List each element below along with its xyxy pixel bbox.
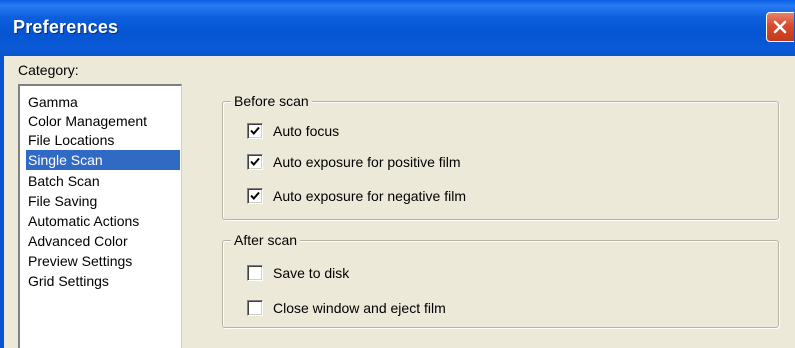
close-window-eject-option[interactable]: Close window and eject film — [247, 299, 567, 317]
auto-exposure-positive-label: Auto exposure for positive film — [273, 154, 461, 170]
category-item-automatic-actions[interactable]: Automatic Actions — [26, 211, 180, 231]
auto-focus-option[interactable]: Auto focus — [247, 122, 547, 140]
category-item-file-saving[interactable]: File Saving — [26, 191, 180, 211]
auto-exposure-positive-checkbox[interactable] — [247, 154, 263, 170]
auto-exposure-negative-checkbox[interactable] — [247, 188, 263, 204]
close-window-eject-checkbox[interactable] — [247, 300, 263, 316]
after-scan-legend: After scan — [231, 232, 301, 248]
window-frame-left — [0, 56, 4, 348]
checkmark-icon — [250, 126, 260, 135]
close-window-eject-label: Close window and eject film — [273, 300, 446, 316]
preferences-dialog: Preferences Category: Gamma Color Manage… — [0, 0, 795, 348]
auto-exposure-negative-option[interactable]: Auto exposure for negative film — [247, 187, 567, 205]
close-button[interactable] — [766, 12, 794, 42]
category-label: Category: — [18, 62, 79, 78]
checkmark-icon — [250, 157, 260, 166]
window-title: Preferences — [13, 17, 119, 37]
auto-focus-label: Auto focus — [273, 123, 340, 139]
checkmark-icon — [250, 191, 260, 200]
category-item-grid-settings[interactable]: Grid Settings — [26, 271, 180, 291]
save-to-disk-label: Save to disk — [273, 265, 350, 281]
before-scan-legend: Before scan — [231, 93, 312, 109]
auto-exposure-negative-label: Auto exposure for negative film — [273, 188, 466, 204]
category-item-advanced-color[interactable]: Advanced Color — [26, 231, 180, 251]
close-icon — [773, 20, 787, 34]
category-item-gamma[interactable]: Gamma — [26, 92, 180, 112]
save-to-disk-checkbox[interactable] — [247, 265, 263, 281]
auto-exposure-positive-option[interactable]: Auto exposure for positive film — [247, 153, 567, 171]
category-item-single-scan[interactable]: Single Scan — [26, 150, 180, 170]
category-list[interactable]: Gamma Color Management File Locations Si… — [18, 84, 182, 348]
category-item-file-locations[interactable]: File Locations — [26, 130, 180, 150]
title-bar[interactable]: Preferences — [0, 0, 795, 56]
auto-focus-checkbox[interactable] — [247, 123, 263, 139]
category-item-preview-settings[interactable]: Preview Settings — [26, 251, 180, 271]
save-to-disk-option[interactable]: Save to disk — [247, 264, 547, 282]
category-item-batch-scan[interactable]: Batch Scan — [26, 171, 180, 191]
category-item-color-management[interactable]: Color Management — [26, 111, 180, 131]
